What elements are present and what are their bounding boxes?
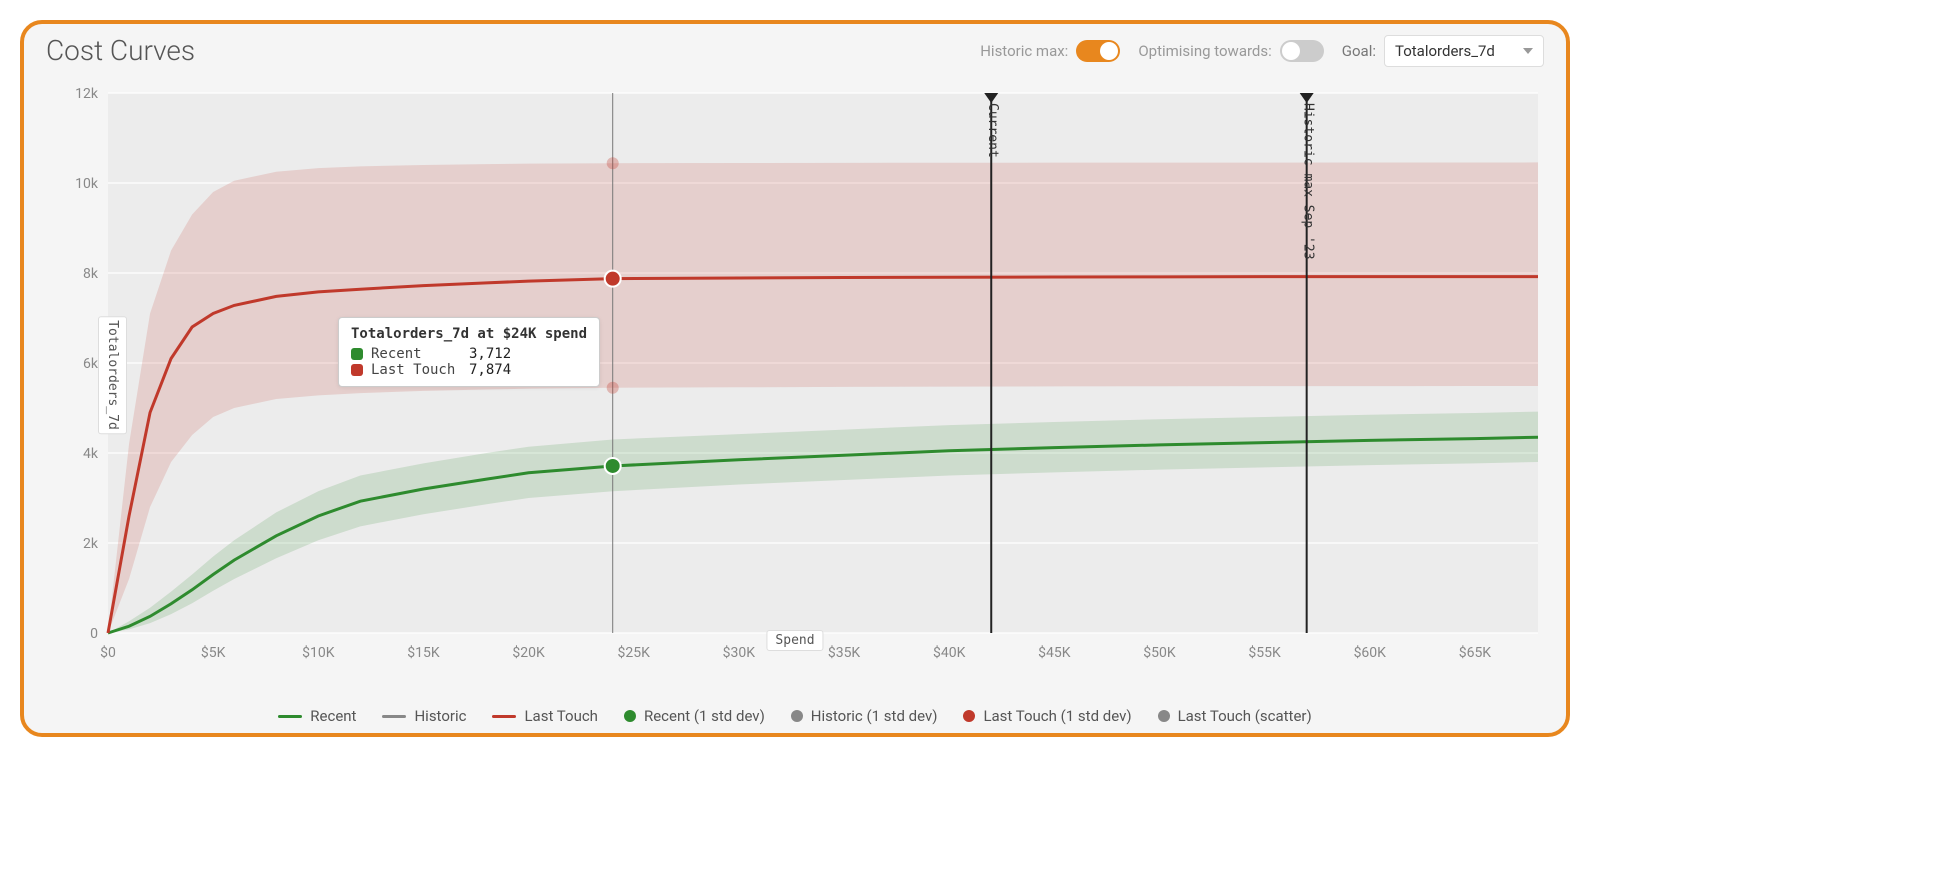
tooltip-row-recent: Recent 3,712: [351, 346, 587, 362]
x-axis-title: Spend: [766, 630, 823, 651]
svg-text:0: 0: [90, 626, 98, 642]
cost-curves-chart[interactable]: 0 2k 4k 6k 8k 10k 12k $0 $5K $10K $15K $20K $25K $30K…: [38, 83, 1558, 683]
historic-max-label: Historic max:: [980, 42, 1068, 60]
svg-text:$35K: $35K: [828, 644, 861, 661]
legend-item[interactable]: Last Touch (1 std dev): [963, 707, 1131, 725]
tooltip-row-lasttouch: Last Touch 7,874: [351, 362, 587, 378]
svg-text:$30K: $30K: [723, 644, 756, 661]
svg-text:$60K: $60K: [1354, 644, 1387, 661]
svg-text:$10K: $10K: [302, 644, 335, 661]
card-header: Cost Curves Historic max: Optimising tow…: [24, 24, 1566, 75]
legend-label: Last Touch (scatter): [1178, 707, 1312, 725]
marker-label-current: Current: [985, 103, 1000, 158]
legend-label: Recent (1 std dev): [644, 707, 765, 725]
historic-max-toggle[interactable]: [1076, 40, 1120, 62]
svg-text:$5K: $5K: [201, 644, 226, 661]
svg-text:$15K: $15K: [407, 644, 440, 661]
legend-line-icon: [382, 715, 406, 718]
svg-text:2k: 2k: [83, 536, 99, 552]
cost-curves-card: Cost Curves Historic max: Optimising tow…: [20, 20, 1570, 737]
svg-text:$50K: $50K: [1143, 644, 1176, 661]
tooltip-value-lasttouch: 7,874: [469, 362, 511, 378]
legend-label: Historic: [414, 707, 466, 725]
goal-control: Goal: Totalorders_7d: [1342, 35, 1544, 67]
svg-text:6k: 6k: [83, 356, 99, 372]
tooltip-value-recent: 3,712: [469, 346, 511, 362]
historic-max-control: Historic max:: [980, 40, 1120, 62]
legend-item[interactable]: Recent: [278, 707, 356, 725]
goal-label: Goal:: [1342, 42, 1376, 60]
chart-legend: Recent Historic Last Touch Recent (1 std de…: [24, 697, 1566, 733]
optimising-label: Optimising towards:: [1138, 42, 1271, 60]
svg-text:$0: $0: [100, 644, 116, 661]
tooltip-title: Totalorders_7d at $24K spend: [351, 326, 587, 342]
y-axis-title: Totalorders_7d: [98, 316, 127, 434]
svg-text:$65K: $65K: [1459, 644, 1492, 661]
legend-label: Last Touch: [524, 707, 597, 725]
legend-dot-icon: [1158, 710, 1170, 722]
legend-item[interactable]: Recent (1 std dev): [624, 707, 765, 725]
svg-text:$40K: $40K: [933, 644, 966, 661]
swatch-recent: [351, 348, 363, 360]
legend-label: Recent: [310, 707, 356, 725]
svg-text:$25K: $25K: [618, 644, 651, 661]
svg-text:4k: 4k: [83, 446, 99, 462]
swatch-lasttouch: [351, 364, 363, 376]
legend-label: Last Touch (1 std dev): [983, 707, 1131, 725]
tooltip-name-lasttouch: Last Touch: [371, 362, 461, 378]
legend-dot-icon: [624, 710, 636, 722]
marker-label-historic-max: Historic max Sep '23: [1301, 103, 1316, 260]
goal-select[interactable]: Totalorders_7d: [1384, 35, 1544, 67]
legend-dot-icon: [963, 710, 975, 722]
tooltip-name-recent: Recent: [371, 346, 461, 362]
legend-item[interactable]: Historic: [382, 707, 466, 725]
header-controls: Historic max: Optimising towards: Goal: …: [980, 35, 1544, 67]
legend-item[interactable]: Historic (1 std dev): [791, 707, 938, 725]
legend-item[interactable]: Last Touch (scatter): [1158, 707, 1312, 725]
svg-text:10k: 10k: [75, 176, 99, 192]
hover-tooltip: Totalorders_7d at $24K spend Recent 3,71…: [338, 317, 600, 387]
optimising-control: Optimising towards:: [1138, 40, 1323, 62]
svg-text:$45K: $45K: [1038, 644, 1071, 661]
svg-text:$55K: $55K: [1248, 644, 1281, 661]
goal-value: Totalorders_7d: [1395, 42, 1495, 60]
legend-label: Historic (1 std dev): [811, 707, 938, 725]
legend-dot-icon: [791, 710, 803, 722]
svg-text:8k: 8k: [83, 266, 99, 282]
legend-item[interactable]: Last Touch: [492, 707, 597, 725]
chart-area[interactable]: 0 2k 4k 6k 8k 10k 12k $0 $5K $10K $15K $20K $25K $30K…: [24, 75, 1566, 697]
svg-text:$20K: $20K: [512, 644, 545, 661]
card-title: Cost Curves: [46, 34, 980, 67]
legend-line-icon: [278, 715, 302, 718]
legend-line-icon: [492, 715, 516, 718]
svg-text:12k: 12k: [75, 86, 99, 102]
optimising-toggle[interactable]: [1280, 40, 1324, 62]
